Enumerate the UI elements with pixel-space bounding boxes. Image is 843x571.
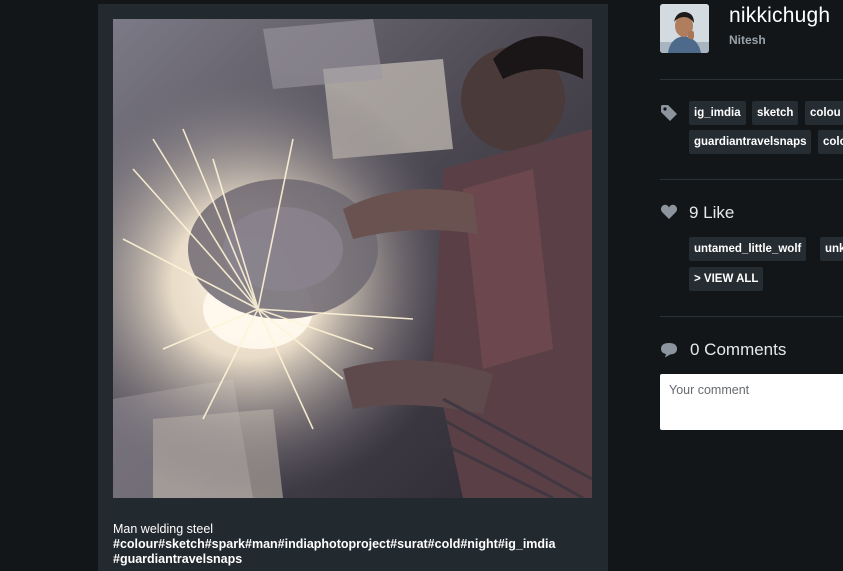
tag-chip[interactable]: colo	[818, 130, 843, 154]
caption-hashtags[interactable]: #colour#sketch#spark#man#indiaphotoproje…	[113, 537, 598, 552]
post-caption: Man welding steel #colour#sketch#spark#m…	[113, 522, 598, 567]
heart-icon[interactable]	[660, 203, 678, 221]
username[interactable]: nikkichugh	[729, 4, 830, 28]
caption-title: Man welding steel	[113, 522, 214, 536]
liker-chip[interactable]: untamed_little_wolf	[689, 237, 807, 261]
speech-bubble-icon	[660, 341, 678, 359]
avatar-image	[660, 4, 709, 53]
display-name: Nitesh	[729, 33, 766, 47]
divider	[660, 179, 843, 180]
comment-count: 0 Comments	[690, 340, 787, 359]
post-photo[interactable]	[113, 19, 592, 498]
tag-chip[interactable]: guardiantravelsnaps	[689, 130, 812, 154]
post-card: Man welding steel #colour#sketch#spark#m…	[98, 4, 608, 571]
tag-icon	[660, 104, 678, 122]
page: Man welding steel #colour#sketch#spark#m…	[0, 0, 843, 571]
tag-chip[interactable]: ig_imdia	[689, 101, 746, 125]
view-all-likes-button[interactable]: > VIEW ALL	[689, 267, 764, 291]
comment-input[interactable]	[660, 374, 843, 430]
like-count[interactable]: 9 Like	[689, 203, 734, 223]
welding-photo-image	[113, 19, 592, 498]
avatar[interactable]	[660, 4, 709, 53]
post-sidebar: nikkichugh Nitesh ig_imdia sketch colou …	[660, 0, 843, 571]
divider	[660, 79, 843, 80]
tag-chip[interactable]: sketch	[752, 101, 799, 125]
tag-chip[interactable]: colou	[805, 101, 843, 125]
caption-hashtags-line2[interactable]: #guardiantravelsnaps	[113, 552, 598, 567]
liker-chip[interactable]: unk	[820, 237, 843, 261]
divider	[660, 316, 843, 317]
